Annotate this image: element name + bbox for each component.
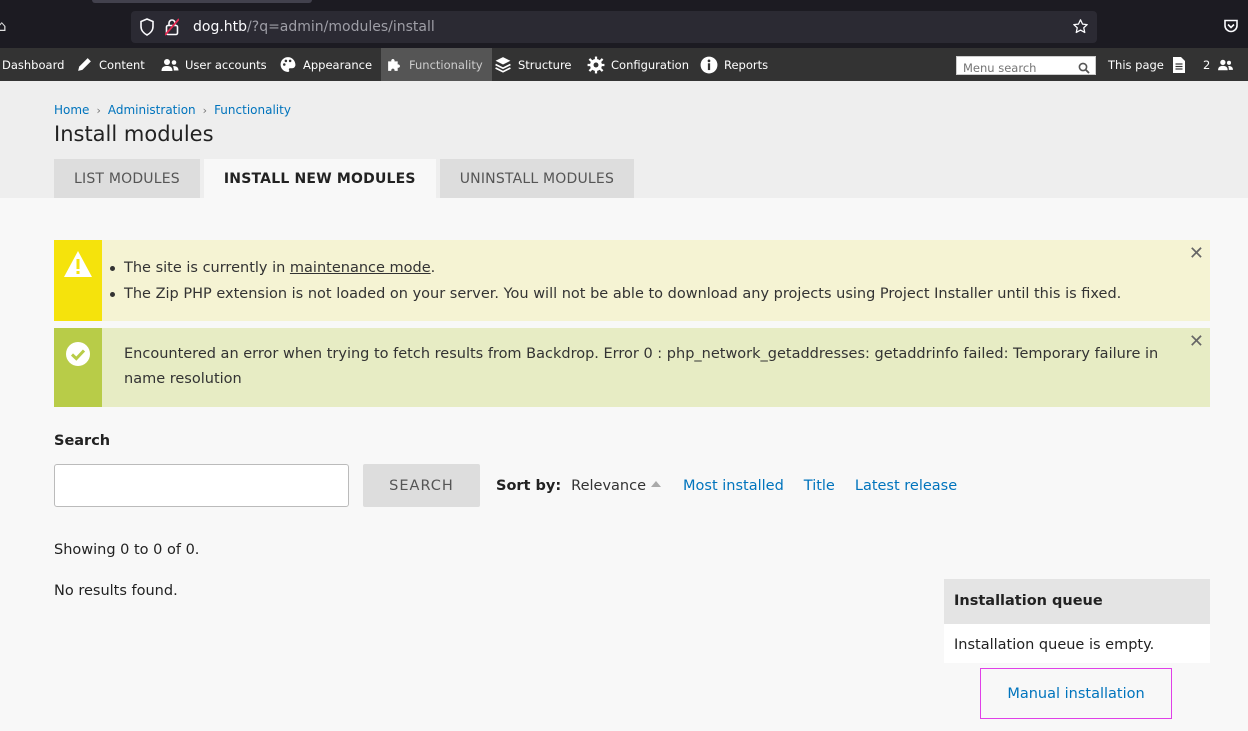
menu-item-label: Configuration [611,57,689,72]
status-text: Encountered an error when trying to fetc… [124,346,1159,387]
close-icon[interactable]: ✕ [1189,243,1204,264]
status-icon-strip [54,328,102,407]
sort-title-link[interactable]: Title [804,478,835,494]
document-icon [1172,56,1185,73]
sort-most-installed-link[interactable]: Most installed [683,478,784,494]
breadcrumb: Home › Administration › Functionality [54,103,291,117]
url-path: /?q=admin/modules/install [247,19,435,35]
warning-text: . [430,260,436,276]
warning-message: The site is currently in maintenance mod… [54,240,1210,321]
menu-item-label: Dashboard [2,57,65,72]
url-bar[interactable]: dog.htb/?q=admin/modules/install [131,11,1097,43]
users-icon [161,58,179,71]
pocket-icon[interactable] [1223,18,1239,38]
sort-relevance-label: Relevance [571,478,647,494]
this-page-menu[interactable]: This page [1108,48,1192,81]
menu-item-label: Content [99,57,145,72]
layers-icon [495,57,511,73]
users-icon [1218,59,1234,70]
menu-search-input[interactable] [957,60,1073,76]
palette-icon [280,57,296,72]
menu-item-functionality[interactable]: Functionality [381,48,492,81]
warning-icon [64,251,92,277]
chevron-right-icon: › [202,103,208,117]
menu-item-label: User accounts [185,57,267,72]
pencil-icon [78,58,91,71]
tab-uninstall-modules[interactable]: Uninstall modules [439,159,635,198]
tab-bar: List modules Install new modules Uninsta… [54,159,635,198]
sort-latest-release-link[interactable]: Latest release [855,478,957,494]
menu-item-label: Functionality [409,57,483,72]
menu-search-box [956,56,1096,78]
warning-item-zip: The Zip PHP extension is not loaded on y… [110,281,1121,307]
url-host: dog.htb [193,19,248,35]
manual-installation-link[interactable]: Manual installation [980,668,1172,719]
sort-ascending-icon [651,481,662,487]
sort-controls: Sort by: Relevance Most installed Title … [496,478,957,494]
no-results-text: No results found. [54,583,178,599]
search-input[interactable] [54,464,349,507]
search-icon[interactable] [1078,59,1090,78]
chevron-right-icon: › [96,103,101,117]
menu-item-appearance[interactable]: Appearance [279,48,372,81]
browser-tab[interactable] [92,0,312,3]
warning-text: The site is currently in [124,260,290,276]
check-circle-icon [66,342,90,366]
sort-label: Sort by: [496,478,562,494]
warning-icon-strip [54,240,102,321]
admin-toolbar: Dashboard Content User accounts Appearan… [0,48,1248,81]
tab-list-modules[interactable]: List modules [54,159,200,198]
results-summary: Showing 0 to 0 of 0. [54,542,200,558]
url-text[interactable]: dog.htb/?q=admin/modules/install [193,18,435,36]
tracking-shield-icon[interactable] [139,18,155,40]
info-icon [700,56,718,73]
puzzle-icon [388,59,400,71]
search-label: Search [54,433,111,449]
menu-item-content[interactable]: Content [76,48,145,81]
user-count-menu[interactable]: 2 [1203,48,1240,81]
warning-item-maintenance: The site is currently in maintenance mod… [110,255,1121,281]
menu-item-structure[interactable]: Structure [494,48,572,81]
menu-item-label: Reports [724,57,769,72]
installation-queue-title: Installation queue [944,579,1210,624]
breadcrumb-home[interactable]: Home [54,103,89,117]
page-title: Install modules [54,122,214,146]
menu-item-label: Appearance [303,57,373,72]
user-count: 2 [1203,57,1211,72]
menu-item-user-accounts[interactable]: User accounts [161,48,267,81]
page-header: Home › Administration › Functionality In… [0,81,1248,198]
search-button[interactable]: Search [363,464,480,507]
status-message: Encountered an error when trying to fetc… [54,328,1210,407]
bookmark-star-icon[interactable] [1072,18,1089,39]
this-page-label: This page [1108,57,1164,72]
maintenance-mode-link[interactable]: maintenance mode [290,260,431,276]
warning-list: The site is currently in maintenance mod… [110,255,1121,307]
installation-queue-empty: Installation queue is empty. [944,624,1210,663]
tab-install-new-modules[interactable]: Install new modules [203,159,436,198]
menu-item-reports[interactable]: Reports [700,48,768,81]
gear-icon [587,56,605,73]
insecure-lock-icon[interactable] [164,18,180,40]
breadcrumb-administration[interactable]: Administration [108,103,196,117]
close-icon[interactable]: ✕ [1189,331,1204,352]
menu-item-configuration[interactable]: Configuration [587,48,689,81]
sort-relevance[interactable]: Relevance [571,478,662,494]
menu-item-label: Structure [518,57,572,72]
menu-item-dashboard[interactable]: Dashboard [2,48,64,81]
breadcrumb-functionality[interactable]: Functionality [214,103,291,117]
browser-toolbar: ⌂ dog.htb/?q=admin/modules/install [0,0,1248,48]
sidebar-edge-icon[interactable]: ⌂ [0,17,7,35]
